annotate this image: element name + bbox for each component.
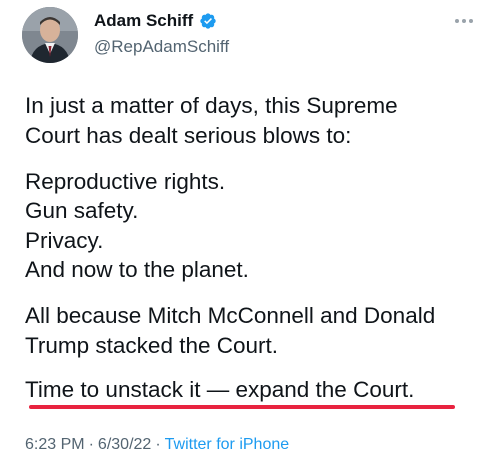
tweet-text-line: Trump stacked the Court. [25,333,279,358]
tweet-text-line: In just a matter of days, this Supreme [25,93,398,118]
tweet-text-line: Privacy. [25,228,104,253]
tweet-text-line: Court has dealt serious blows to: [25,123,352,148]
tweet-card: Adam Schiff @RepAdamSchiff In just a mat… [0,0,500,463]
verified-badge-icon [199,12,217,30]
meta-separator: · [155,436,161,453]
more-options-icon [455,19,473,23]
tweet-time[interactable]: 6:23 PM [25,436,85,454]
tweet-source-link[interactable]: Twitter for iPhone [165,436,290,454]
red-underline-annotation [29,405,455,409]
author-display-name[interactable]: Adam Schiff [94,10,193,32]
tweet-text-line: And now to the planet. [25,257,249,282]
tweet-text-line: Gun safety. [25,198,139,223]
more-options-button[interactable] [452,12,476,30]
author-name-row: Adam Schiff [94,10,217,32]
avatar[interactable] [22,7,78,63]
tweet-text-line: All because Mitch McConnell and Donald [25,303,436,328]
meta-separator: · [88,436,94,453]
tweet-date[interactable]: 6/30/22 [98,436,151,454]
tweet-text-line: Reproductive rights. [25,169,226,194]
tweet-meta: 6:23 PM · 6/30/22 · Twitter for iPhone [25,434,289,456]
tweet-text-line-highlighted: Time to unstack it — expand the Court. [25,377,415,402]
profile-photo-icon [22,7,78,63]
author-handle[interactable]: @RepAdamSchiff [94,36,229,58]
